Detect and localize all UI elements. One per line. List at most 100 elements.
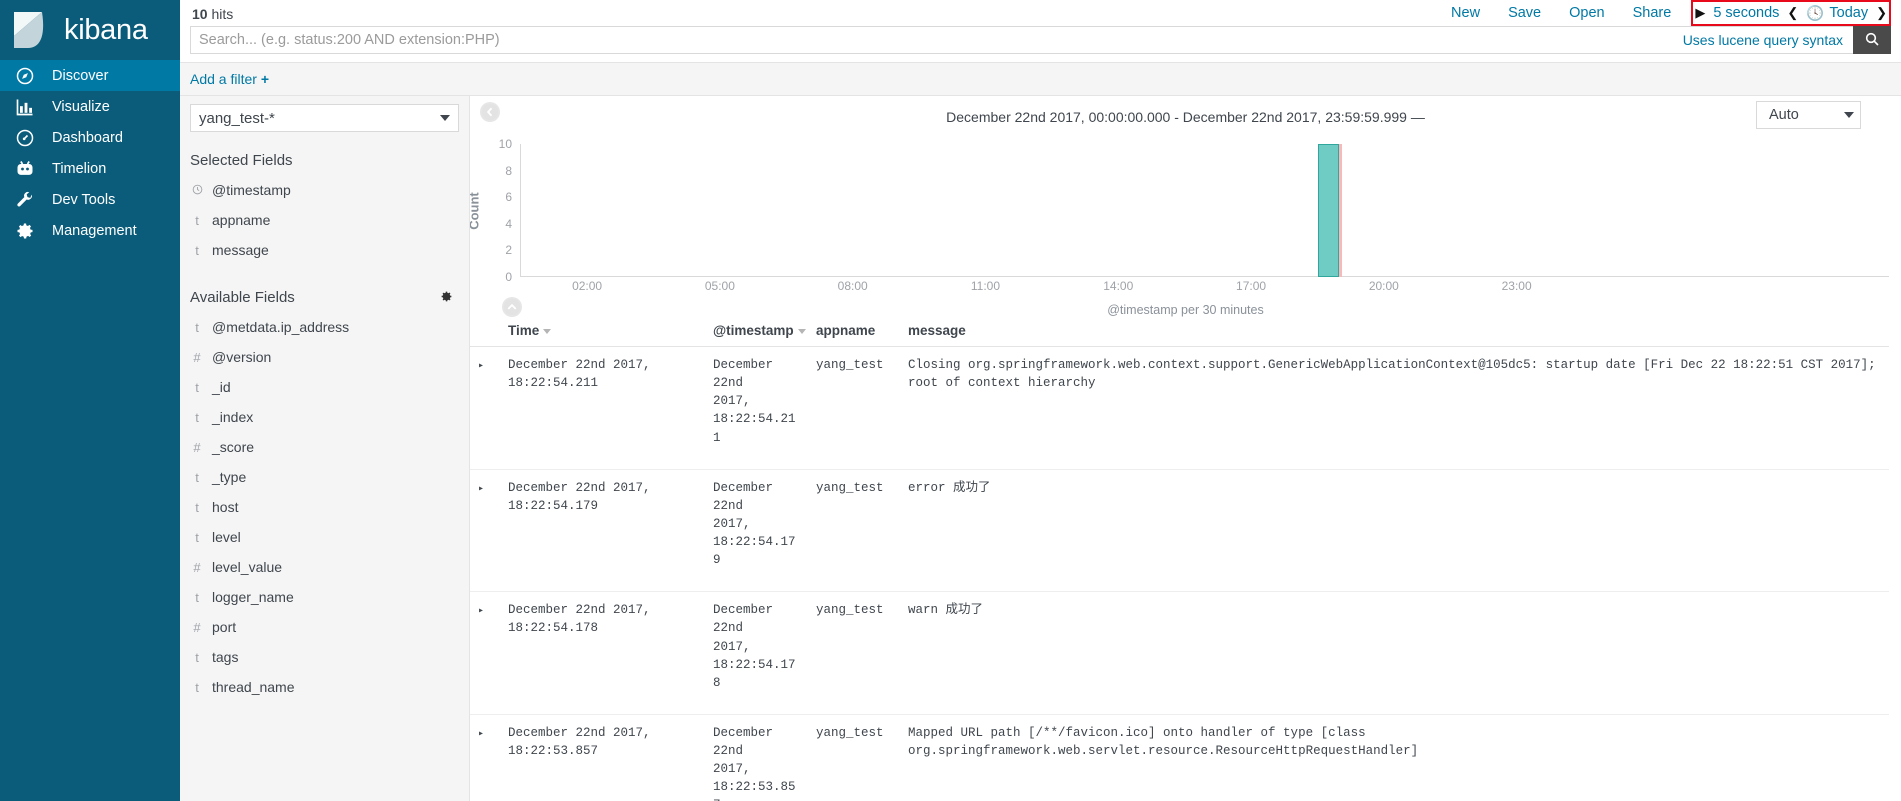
cell-appname: yang_test: [808, 469, 900, 593]
sidebar-item-visualize[interactable]: Visualize: [0, 91, 180, 122]
chevron-right-icon[interactable]: ❯: [1876, 5, 1887, 21]
table-row[interactable]: ▸ December 22nd 2017, 18:22:54.178 Decembe…: [470, 591, 1889, 715]
field-name: tags: [212, 649, 239, 665]
table-row[interactable]: ▸ December 22nd 2017, 18:22:54.179 Decembe…: [470, 469, 1889, 593]
sidebar-item-label: Dashboard: [52, 129, 123, 146]
x-axis-tick: 02:00: [572, 279, 603, 293]
search-input[interactable]: [190, 26, 1853, 54]
brand-logo[interactable]: kibana: [0, 0, 180, 60]
save-button[interactable]: Save: [1494, 0, 1555, 26]
table-row[interactable]: ▸ December 22nd 2017, 18:22:54.211 Decembe…: [470, 346, 1889, 470]
open-button[interactable]: Open: [1555, 0, 1618, 26]
main-region: New Save Open Share ▶ 5 seconds ❮ 🕓 Toda…: [180, 0, 1901, 801]
time-range-button[interactable]: 🕓 Today: [1798, 5, 1876, 22]
sidebar-item-management[interactable]: Management: [0, 215, 180, 246]
column-header-message[interactable]: message: [900, 317, 1889, 347]
cell-message: Closing org.springframework.web.context.…: [900, 346, 1889, 470]
brand-name: kibana: [64, 13, 148, 46]
sidebar-item-dev-tools[interactable]: Dev Tools: [0, 184, 180, 215]
share-button[interactable]: Share: [1619, 0, 1686, 26]
gear-icon[interactable]: [440, 290, 459, 306]
available-fields-header: Available Fields: [180, 275, 469, 308]
search-submit-button[interactable]: [1853, 26, 1891, 54]
sidebar-item-timelion[interactable]: Timelion: [0, 153, 180, 184]
field-name: host: [212, 499, 239, 515]
expand-row-button[interactable]: ▸: [470, 346, 500, 470]
field-item-thread-name[interactable]: t thread_name: [180, 672, 469, 702]
search-row: Uses lucene query syntax: [190, 26, 1891, 54]
add-filter-button[interactable]: Add a filter +: [190, 71, 269, 87]
caret-right-icon: ▸: [478, 361, 485, 372]
field-item-id[interactable]: t _id: [180, 372, 469, 402]
sort-desc-icon[interactable]: [797, 328, 806, 334]
refresh-interval-label: 5 seconds: [1713, 5, 1780, 21]
cell-appname: yang_test: [808, 714, 900, 801]
string-type-icon: t: [195, 242, 199, 258]
expand-row-button[interactable]: ▸: [470, 714, 500, 801]
sidebar-item-dashboard[interactable]: Dashboard: [0, 122, 180, 153]
refresh-interval-button[interactable]: 5 seconds: [1705, 5, 1787, 21]
field-item-level[interactable]: t level: [180, 522, 469, 552]
column-label: @timestamp: [713, 323, 794, 338]
field-item-message[interactable]: t message: [180, 235, 469, 265]
play-icon[interactable]: ▶: [1695, 5, 1705, 21]
field-item-appname[interactable]: t appname: [180, 205, 469, 235]
field-item-score[interactable]: # _score: [180, 432, 469, 462]
column-header-timestamp[interactable]: @timestamp: [705, 317, 808, 347]
chevron-down-icon: [1844, 112, 1854, 118]
histogram-bar[interactable]: [1318, 144, 1339, 277]
string-type-icon: t: [195, 469, 199, 485]
field-item-type[interactable]: t _type: [180, 462, 469, 492]
field-name: @timestamp: [212, 182, 291, 198]
cell-appname: yang_test: [808, 591, 900, 715]
cell-timestamp: December 22nd2017,18:22:53.857: [705, 714, 808, 801]
hits-number: 10: [192, 6, 208, 22]
field-item-index[interactable]: t _index: [180, 402, 469, 432]
expand-row-button[interactable]: ▸: [470, 591, 500, 715]
field-item-port[interactable]: # port: [180, 612, 469, 642]
plot-area: [520, 144, 1889, 277]
column-label: appname: [816, 323, 876, 338]
sidebar-item-label: Management: [52, 222, 137, 239]
available-fields-title: Available Fields: [190, 289, 295, 306]
field-item-version[interactable]: # @version: [180, 342, 469, 372]
x-axis-tick: 17:00: [1236, 279, 1267, 293]
bars-container: [520, 144, 1889, 277]
cell-message: Mapped URL path [/**/favicon.ico] onto h…: [900, 714, 1889, 801]
cell-time: December 22nd 2017, 18:22:54.211: [500, 346, 705, 470]
lucene-syntax-link[interactable]: Uses lucene query syntax: [1683, 26, 1843, 54]
y-axis: Count 0 2 4 6 8 10: [470, 137, 520, 284]
expand-row-button[interactable]: ▸: [470, 469, 500, 593]
number-type-icon: #: [193, 439, 201, 455]
field-item-tags[interactable]: t tags: [180, 642, 469, 672]
field-item-metdata-ip-address[interactable]: t @metdata.ip_address: [180, 312, 469, 342]
cell-message: warn 成功了: [900, 591, 1889, 715]
index-pattern-select[interactable]: yang_test-*: [190, 104, 459, 132]
chevron-left-icon[interactable]: ❮: [1787, 5, 1798, 21]
sidebar-item-discover[interactable]: Discover: [0, 60, 180, 91]
plus-icon: +: [260, 71, 270, 87]
collapse-sidebar-button[interactable]: [480, 102, 500, 122]
field-item-timestamp[interactable]: @timestamp: [180, 175, 469, 205]
string-type-icon: t: [195, 212, 199, 228]
field-name: port: [212, 619, 237, 635]
field-item-host[interactable]: t host: [180, 492, 469, 522]
new-button[interactable]: New: [1437, 0, 1494, 26]
table-row[interactable]: ▸ December 22nd 2017, 18:22:53.857 Decembe…: [470, 714, 1889, 801]
search-icon: [1864, 31, 1880, 50]
field-item-logger-name[interactable]: t logger_name: [180, 582, 469, 612]
string-type-icon: t: [195, 319, 199, 335]
sort-desc-icon[interactable]: [543, 328, 552, 334]
column-label: message: [908, 323, 966, 338]
interval-value: Auto: [1769, 107, 1799, 123]
documents-table-scroll[interactable]: Time @timestamp appname message ▸ Decemb…: [470, 317, 1901, 801]
string-type-icon: t: [195, 379, 199, 395]
y-axis-tick: 0: [505, 270, 512, 284]
table-header: Time @timestamp appname message: [470, 317, 1889, 347]
column-header-appname[interactable]: appname: [808, 317, 900, 347]
field-item-level-value[interactable]: # level_value: [180, 552, 469, 582]
interval-select[interactable]: Auto: [1756, 101, 1861, 129]
kibana-logo-icon: [12, 10, 50, 50]
column-header-time[interactable]: Time: [500, 317, 705, 347]
x-axis-ticks: 02:00 05:00 08:00 11:00 14:00 17:00 20:00 23:00: [520, 279, 1889, 295]
